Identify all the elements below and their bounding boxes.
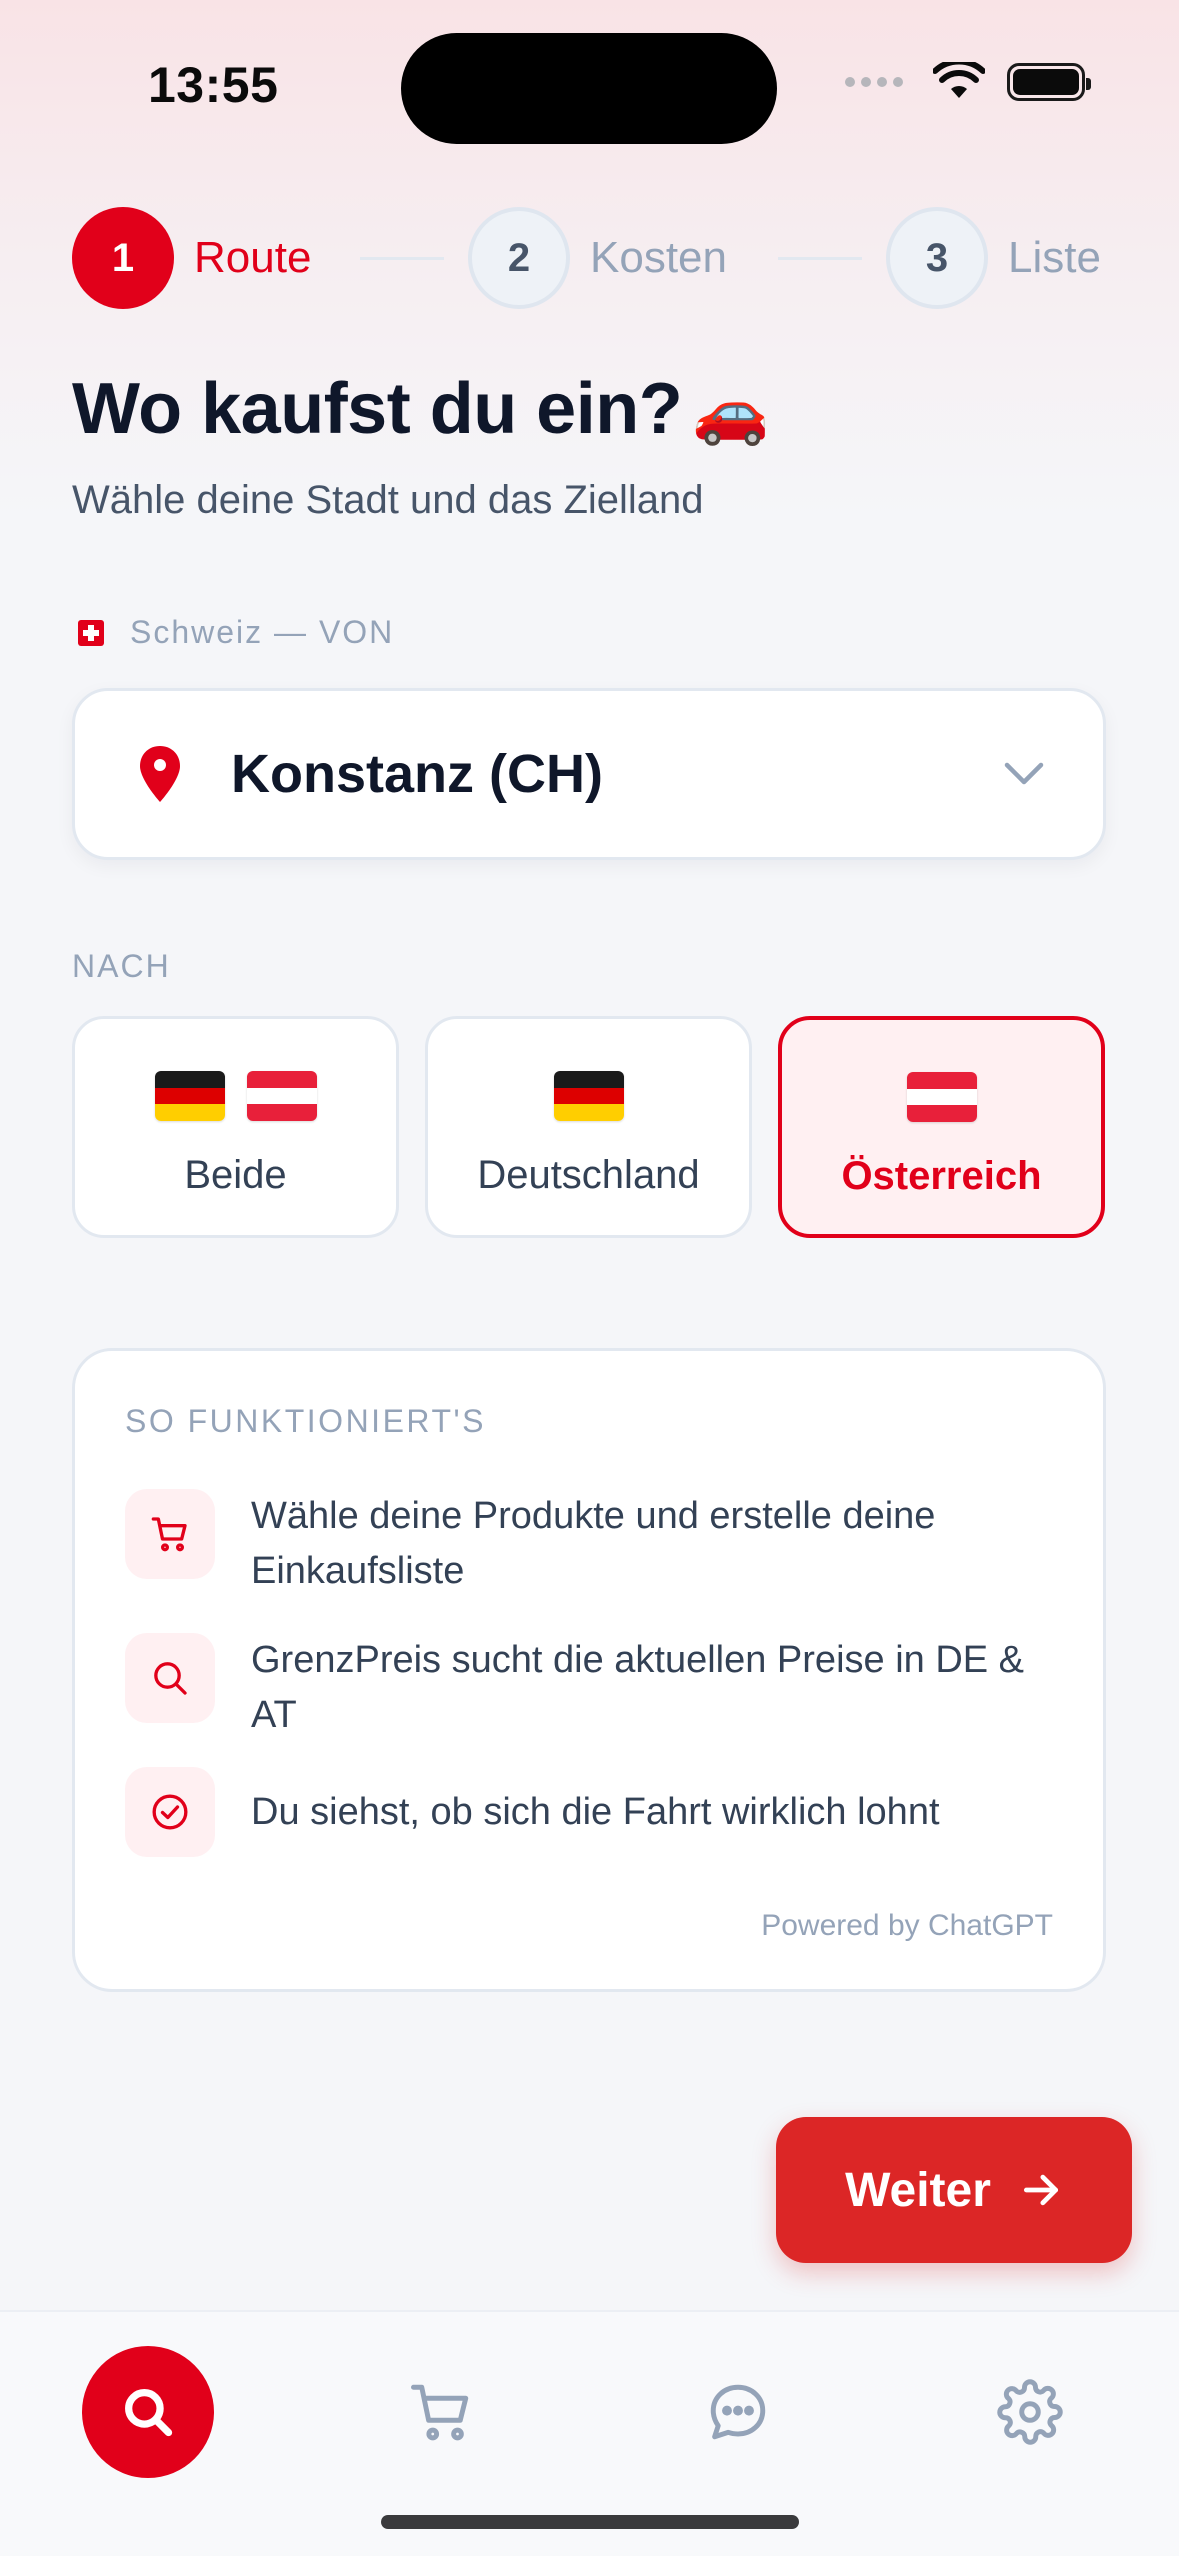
selected-city: Konstanz (CH) [231, 744, 603, 804]
step-connector [360, 257, 444, 260]
search-icon [125, 2389, 173, 2437]
page-title-text: Wo kaufst du ein? [72, 369, 683, 449]
search-icon [125, 1633, 215, 1723]
step-label: Kosten [590, 233, 727, 282]
country-label: Österreich [841, 1154, 1042, 1198]
country-option-deutschland[interactable]: Deutschland [425, 1016, 752, 1238]
country-option-oesterreich[interactable]: Österreich [778, 1016, 1105, 1238]
how-it-works-title: SO FUNKTIONIERT'S [125, 1403, 486, 1439]
gear-icon [997, 2379, 1063, 2445]
status-indicators [845, 62, 1091, 102]
location-pin-icon [140, 746, 180, 802]
step-number: 2 [468, 207, 570, 309]
cellular-signal-icon [845, 77, 903, 87]
step-label: Liste [1008, 233, 1101, 282]
how-item: GrenzPreis sucht die aktuellen Preise in… [125, 1633, 1051, 1743]
home-indicator [381, 2515, 799, 2529]
next-button-label: Weiter [845, 2163, 991, 2217]
how-item-text: Du siehst, ob sich die Fahrt wirklich lo… [251, 1791, 940, 1833]
flags [906, 1070, 977, 1124]
step-route[interactable]: 1 Route [72, 207, 311, 309]
battery-icon [1007, 63, 1091, 101]
country-label: Beide [184, 1153, 287, 1197]
step-liste[interactable]: 3 Liste [886, 207, 1101, 309]
how-item-text: GrenzPreis sucht die aktuellen Preise in… [251, 1639, 1025, 1736]
check-circle-icon [125, 1767, 215, 1857]
page-subtitle: Wähle deine Stadt und das Zielland [72, 478, 704, 522]
tab-search[interactable] [82, 2346, 214, 2478]
step-kosten[interactable]: 2 Kosten [468, 207, 727, 309]
austria-flag-icon [906, 1072, 977, 1122]
how-it-works-card: SO FUNKTIONIERT'S Wähle deine Produkte u… [72, 1348, 1106, 1992]
country-label: Deutschland [477, 1153, 700, 1197]
car-icon: 🚗 [692, 378, 769, 447]
tab-settings[interactable] [990, 2372, 1070, 2452]
step-number: 3 [886, 207, 988, 309]
arrow-right-icon [1023, 2174, 1058, 2206]
tab-chat[interactable] [698, 2372, 778, 2452]
dynamic-island [401, 33, 777, 144]
city-select[interactable]: Konstanz (CH) [72, 688, 1106, 860]
cart-icon [411, 2384, 469, 2441]
chevron-down-icon [1004, 762, 1044, 785]
cart-icon [125, 1489, 215, 1579]
how-item: Wähle deine Produkte und erstelle deine … [125, 1489, 1051, 1599]
germany-flag-icon [553, 1071, 624, 1121]
flags [154, 1069, 317, 1123]
austria-flag-icon [246, 1071, 317, 1121]
germany-flag-icon [154, 1071, 225, 1121]
powered-by-label: Powered by ChatGPT [761, 1909, 1053, 1942]
how-item-text: Wähle deine Produkte und erstelle deine … [251, 1495, 936, 1592]
how-item: Du siehst, ob sich die Fahrt wirklich lo… [125, 1767, 1051, 1857]
step-connector [778, 257, 862, 260]
country-option-beide[interactable]: Beide [72, 1016, 399, 1238]
swiss-flag-icon [78, 619, 104, 646]
step-label: Route [194, 233, 312, 282]
chat-icon [710, 2384, 766, 2440]
tab-cart[interactable] [401, 2372, 481, 2452]
from-label: Schweiz — VON [78, 614, 394, 651]
wifi-icon [933, 62, 985, 98]
from-label-text: Schweiz — VON [130, 614, 395, 650]
next-button[interactable]: Weiter [776, 2117, 1132, 2263]
page-title: Wo kaufst du ein? 🚗 [72, 368, 769, 450]
to-label: NACH [72, 948, 171, 984]
flags [553, 1069, 624, 1123]
progress-stepper: 1 Route 2 Kosten 3 Liste [72, 207, 1108, 309]
step-number: 1 [72, 207, 174, 309]
status-time: 13:55 [148, 57, 279, 113]
